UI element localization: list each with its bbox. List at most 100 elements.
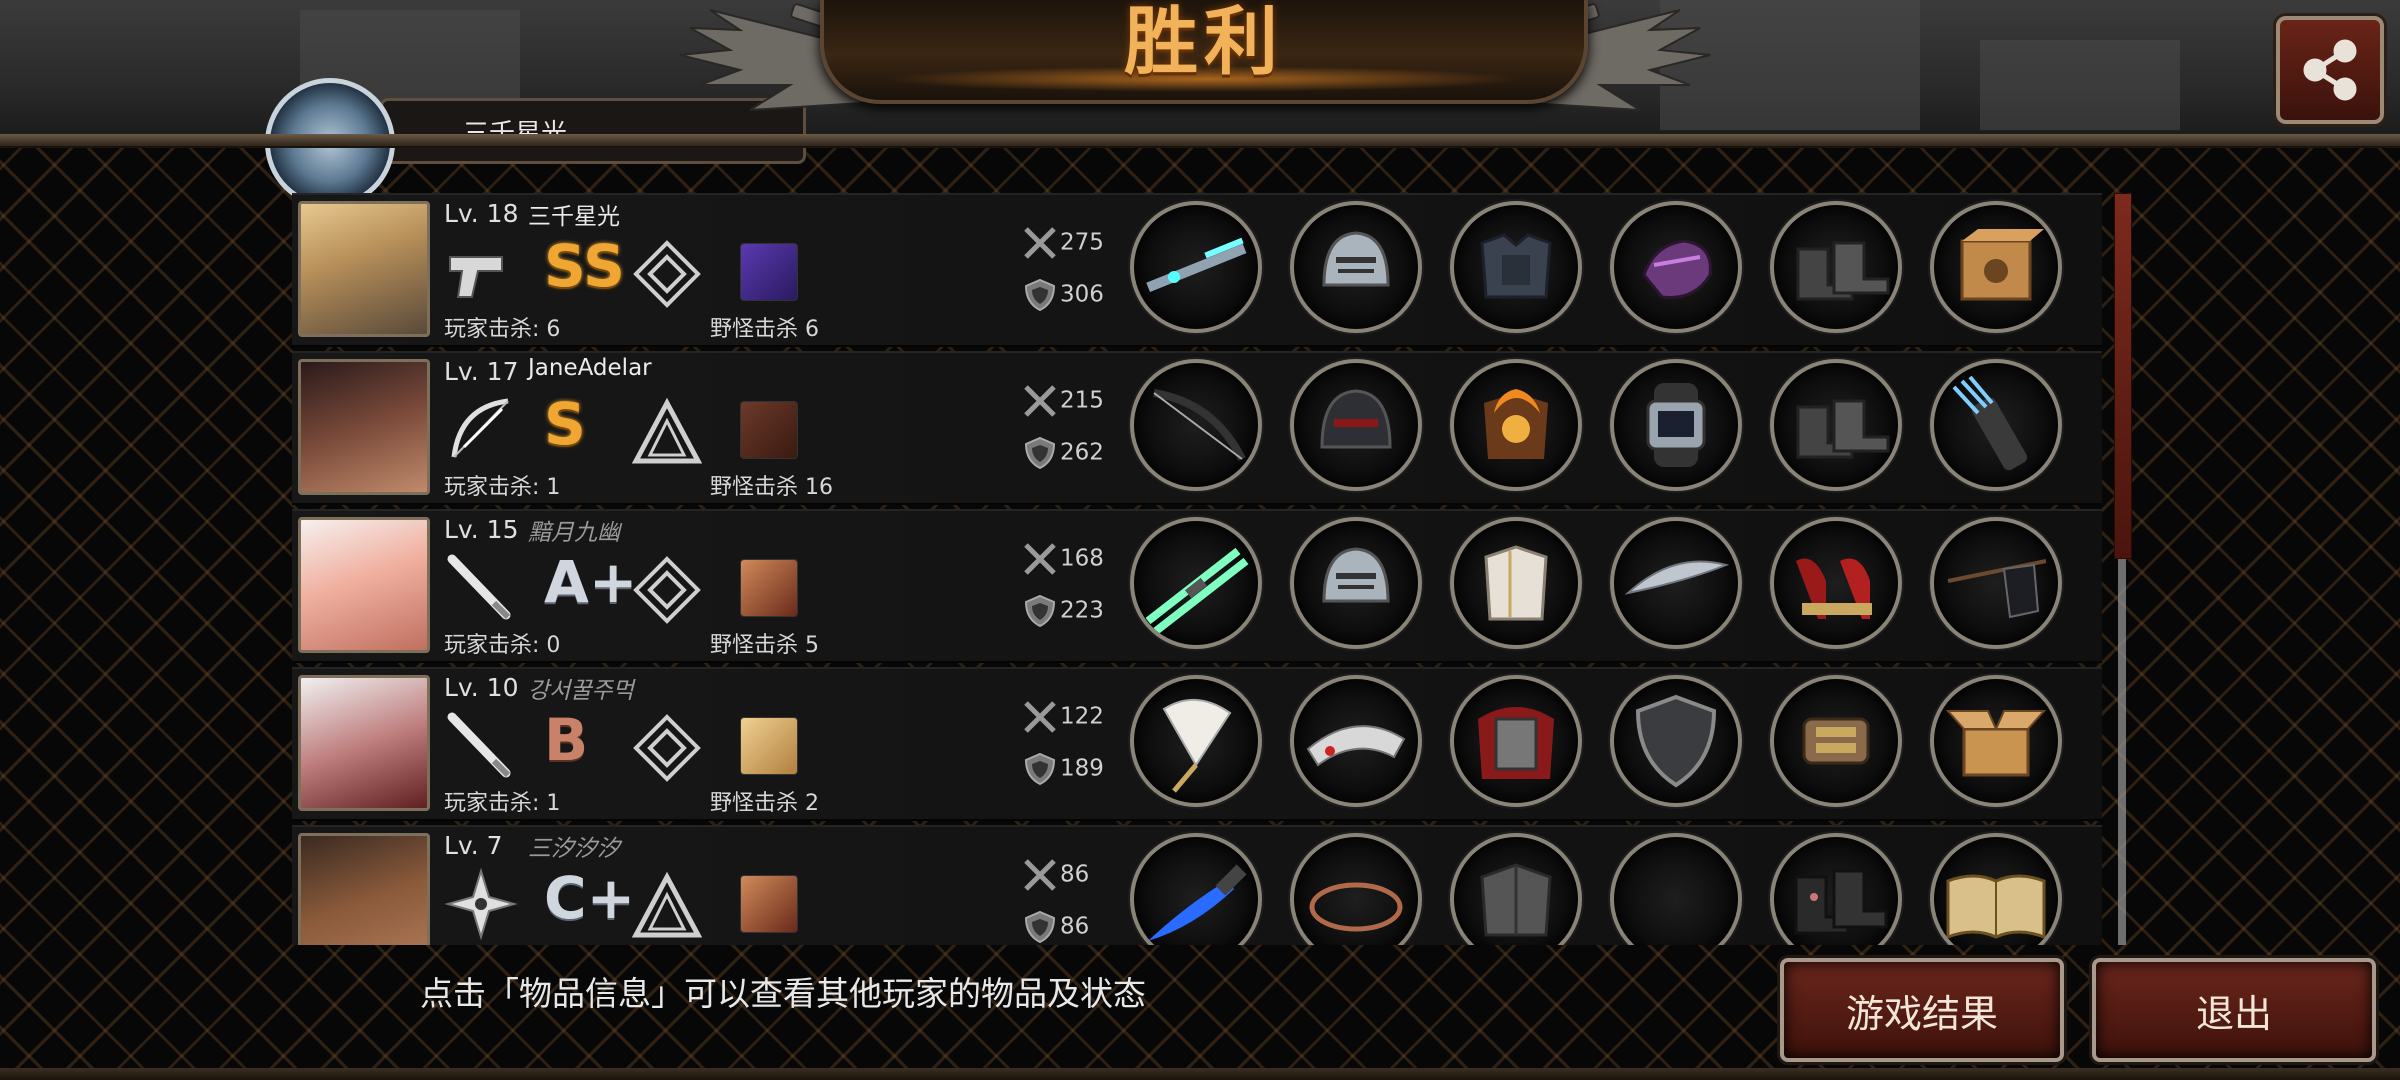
paper-fan-icon — [1162, 698, 1232, 793]
laser-rifle-icon — [1146, 237, 1247, 293]
shield-icon — [1024, 910, 1056, 944]
equipment-slot[interactable] — [1130, 833, 1262, 945]
player-kills: 玩家击杀: 0 — [444, 633, 561, 658]
equipment-slot[interactable] — [1770, 517, 1902, 649]
diamond-rank-icon — [633, 240, 701, 308]
black-bow-icon — [1153, 389, 1246, 461]
defense-stat: 86 — [1022, 909, 1089, 945]
defense-stat: 262 — [1022, 435, 1104, 471]
equipment-slot[interactable] — [1130, 201, 1262, 333]
player-avatar[interactable] — [298, 201, 430, 337]
gold-monster-icon — [740, 717, 798, 775]
equipment-slot[interactable] — [1770, 833, 1902, 945]
share-button[interactable] — [2276, 16, 2384, 124]
share-icon — [2303, 39, 2357, 101]
equipment-slot[interactable] — [1130, 359, 1262, 491]
top-rail — [0, 134, 2400, 148]
red-heels-icon — [1796, 558, 1872, 619]
defense-stat: 306 — [1022, 277, 1104, 313]
crossed-swords-icon — [1024, 385, 1056, 417]
equipment-slot[interactable] — [1450, 201, 1582, 333]
player-row[interactable]: Lv. 7 三汐汐汐 C+ 86 86 — [292, 825, 2102, 945]
player-avatar[interactable] — [298, 359, 430, 495]
attack-stat: 86 — [1022, 857, 1089, 893]
defense-value: 189 — [1060, 755, 1104, 782]
player-result-list[interactable]: Lv. 18 三千星光 SS 玩家击杀: 6 野怪击杀 6 275 306 Lv. 17 Jan… — [292, 193, 2102, 945]
player-avatar[interactable] — [298, 833, 430, 945]
empty-slot — [1614, 837, 1738, 945]
equipment-slot[interactable] — [1290, 359, 1422, 491]
equipment-slot[interactable] — [1930, 201, 2062, 333]
equipment-slot[interactable] — [1610, 675, 1742, 807]
equipment-slot[interactable] — [1930, 517, 2062, 649]
equipment-slot[interactable] — [1610, 201, 1742, 333]
player-row[interactable]: Lv. 17 JaneAdelar S 玩家击杀: 1 野怪击杀 16 215 262 — [292, 351, 2102, 505]
player-level: Lv. 15 — [444, 515, 519, 544]
pistol-icon — [449, 256, 503, 298]
equipment-slot[interactable] — [1450, 517, 1582, 649]
list-scrollbar-thumb[interactable] — [2114, 193, 2132, 559]
dark-armor-icon — [1480, 233, 1552, 299]
equipment-slot[interactable] — [1930, 833, 2062, 945]
attack-stat: 168 — [1022, 541, 1104, 577]
equipment-slot[interactable] — [1290, 201, 1422, 333]
equipment-slot[interactable] — [1290, 833, 1422, 945]
attack-value: 215 — [1060, 387, 1104, 414]
player-grade: C+ — [544, 864, 636, 932]
equipment-slot[interactable] — [1450, 833, 1582, 945]
sunglasses-monster-icon — [740, 875, 798, 933]
gray-jacket-icon — [1480, 863, 1552, 937]
defense-value: 86 — [1060, 913, 1090, 940]
crossed-swords-icon — [1024, 701, 1056, 733]
combat-boots-icon — [1796, 241, 1890, 301]
purple-gauntlet-icon — [1642, 239, 1712, 300]
player-row[interactable]: Lv. 15 黯月九幽 A+ 玩家击杀: 0 野怪击杀 5 168 223 — [292, 509, 2102, 663]
black-flag-icon — [1947, 559, 2047, 619]
steel-helmet-icon — [1322, 547, 1390, 603]
monster-kills: 野怪击杀 5 — [710, 633, 819, 658]
equipment-slot[interactable] — [1930, 359, 2062, 491]
attack-value: 86 — [1060, 861, 1090, 888]
equipment-slot[interactable] — [1450, 359, 1582, 491]
defense-stat: 223 — [1022, 593, 1104, 629]
defense-stat: 189 — [1022, 751, 1104, 787]
player-avatar[interactable] — [298, 517, 430, 653]
triangle-rank-icon — [632, 397, 702, 464]
black-helmet-icon — [1320, 389, 1392, 449]
player-row[interactable]: Lv. 10 강서꿀주먹 B 玩家击杀: 1 野怪击杀 2 122 189 — [292, 667, 2102, 821]
equipment-slot[interactable] — [1610, 833, 1742, 945]
player-grade: SS — [544, 232, 625, 300]
steel-helmet-icon — [1322, 231, 1390, 287]
equipment-slot[interactable] — [1930, 675, 2062, 807]
shield-icon — [1024, 752, 1056, 786]
equipment-slot[interactable] — [1610, 359, 1742, 491]
equipment-slot[interactable] — [1770, 359, 1902, 491]
monster-kills: 野怪击杀 16 — [710, 475, 833, 500]
equipment-slot[interactable] — [1290, 517, 1422, 649]
player-avatar[interactable] — [298, 675, 430, 811]
crossed-swords-icon — [1024, 859, 1056, 891]
equipment-slot[interactable] — [1770, 675, 1902, 807]
bat-icon — [447, 712, 511, 778]
equipment-slot[interactable] — [1290, 675, 1422, 807]
white-robe-icon — [1484, 545, 1548, 621]
player-row[interactable]: Lv. 18 三千星光 SS 玩家击杀: 6 野怪击杀 6 275 306 — [292, 193, 2102, 347]
player-level: Lv. 10 — [444, 673, 519, 702]
player-kills: 玩家击杀: 1 — [444, 791, 561, 816]
old-book-icon — [1946, 874, 2046, 940]
equipment-slot[interactable] — [1130, 517, 1262, 649]
floral-boots-icon — [1794, 869, 1888, 935]
attack-stat: 215 — [1022, 383, 1104, 419]
silver-feather-icon — [1624, 560, 1730, 595]
exit-button[interactable]: 退出 — [2092, 958, 2376, 1062]
equipment-slot[interactable] — [1450, 675, 1582, 807]
twin-lightsaber-icon — [1145, 547, 1249, 635]
player-level: Lv. 7 — [444, 831, 503, 860]
player-name: 강서꿀주먹 — [528, 678, 634, 704]
equipment-slot[interactable] — [1130, 675, 1262, 807]
shield-icon — [1024, 436, 1056, 470]
equipment-slot[interactable] — [1770, 201, 1902, 333]
game-result-button[interactable]: 游戏结果 — [1780, 958, 2064, 1062]
equipment-slot[interactable] — [1610, 517, 1742, 649]
combat-boots-icon — [1796, 399, 1890, 459]
